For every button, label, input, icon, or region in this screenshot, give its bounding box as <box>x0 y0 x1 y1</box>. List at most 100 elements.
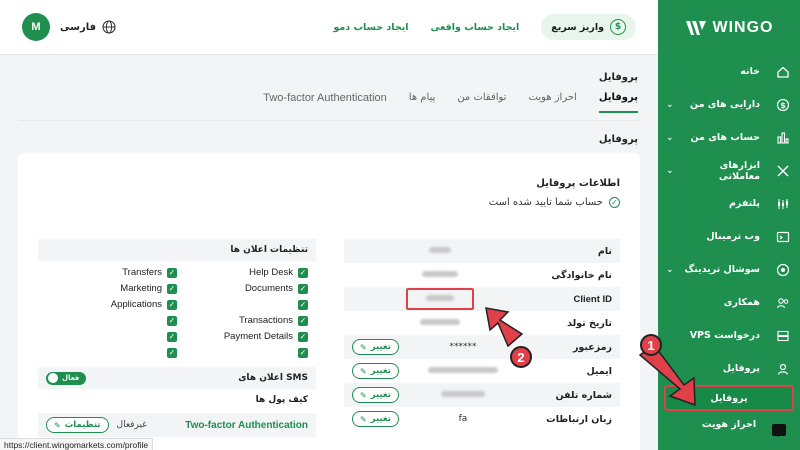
info-value <box>352 318 527 328</box>
info-value <box>399 390 527 400</box>
sidebar-item-1[interactable]: $ دارایی های من ⌄ <box>658 88 800 121</box>
client-id-highlight <box>405 288 474 310</box>
sidebar-item-label: ابزارهای معاملاتی <box>718 159 760 182</box>
twofa-settings-button[interactable]: تنظیمات ✎ <box>46 417 109 433</box>
info-value <box>399 366 527 376</box>
notification-checkbox[interactable]: ✓ Marketing <box>46 282 177 295</box>
info-row-6: شماره تلفن تغییر ✎ <box>344 383 620 407</box>
tabs-divider <box>18 120 640 121</box>
avatar[interactable]: M <box>22 13 50 41</box>
sidebar-item-7[interactable]: همکاری <box>658 286 800 319</box>
profile-info-table: نام نام خانوادگی Client ID تاریخ تولد رمزعبو… <box>344 239 620 431</box>
notification-checkbox[interactable]: ✓ Documents <box>177 282 308 295</box>
sidebar-item-8[interactable]: درخواست VPS <box>658 319 800 352</box>
info-key: تاریخ تولد <box>567 317 612 329</box>
demo-account-link[interactable]: ایجاد حساب دمو <box>333 22 408 33</box>
section-title: پروفایل <box>598 134 638 145</box>
sidebar-item-4[interactable]: پلتفرم <box>658 187 800 220</box>
globe-icon <box>102 20 116 34</box>
language-label: فارسی <box>60 21 97 33</box>
checkbox-checked-icon: ✓ <box>298 299 308 310</box>
notification-label: Applications <box>110 299 162 310</box>
notification-checkbox[interactable]: ✓ <box>46 346 177 359</box>
brand-name: WINGO <box>712 18 774 36</box>
pencil-icon: ✎ <box>360 366 367 376</box>
checkbox-checked-icon: ✓ <box>167 331 177 342</box>
notification-settings: تنظیمات اعلان ها ✓ Help Desk ✓ Transfers ✓ Do… <box>38 239 316 437</box>
twofa-settings-label: تنظیمات <box>64 420 101 430</box>
info-value <box>352 288 527 310</box>
tab-0[interactable]: پروفایل <box>598 92 638 113</box>
language-switcher[interactable]: فارسی <box>60 20 116 34</box>
sidebar-item-5[interactable]: وب ترمینال <box>658 220 800 253</box>
sidebar-item-9[interactable]: پروفایل ⌄ <box>658 352 800 385</box>
sidebar-item-label: دارایی های من <box>690 99 760 110</box>
user-icon <box>776 362 790 376</box>
tab-2[interactable]: توافقات من <box>457 92 506 113</box>
quick-deposit-button[interactable]: $ واریز سریع <box>541 14 636 40</box>
info-key: رمزعبور <box>572 341 612 353</box>
verified-check-icon: ✓ <box>609 197 620 208</box>
sidebar-item-3[interactable]: ابزارهای معاملاتی ⌄ <box>658 154 800 187</box>
notification-checkbox[interactable]: ✓ Applications <box>46 298 177 311</box>
notification-checkbox[interactable]: ✓ <box>177 298 308 311</box>
change-button-label: تغییر <box>370 390 391 400</box>
notification-checkbox-grid: ✓ Help Desk ✓ Transfers ✓ Documents ✓ Marketing… <box>38 261 316 364</box>
tab-3[interactable]: پیام ها <box>409 92 436 113</box>
info-row-1: نام خانوادگی <box>344 263 620 287</box>
profile-tabs: پروفایل احراز هویت توافقات من پیام ها Two-fa… <box>263 92 638 113</box>
redacted-value <box>425 295 454 301</box>
change-button[interactable]: تغییر ✎ <box>352 363 399 379</box>
tab-4[interactable]: Two-factor Authentication <box>263 92 387 113</box>
terminal-icon <box>776 230 790 244</box>
notification-label: Payment Details <box>223 331 293 342</box>
checkbox-checked-icon: ✓ <box>167 299 177 310</box>
card-title: اطلاعات پروفایل <box>536 178 620 189</box>
info-row-0: نام <box>344 239 620 263</box>
notification-checkbox[interactable]: ✓ Payment Details <box>177 330 308 343</box>
notification-checkbox[interactable]: ✓ Transactions <box>177 314 308 327</box>
sidebar-subitem-kyc-label: احراز هویت <box>701 418 757 430</box>
annotation-badge-2: 2 <box>510 346 532 368</box>
sidebar-item-label: همکاری <box>723 297 760 308</box>
change-button[interactable]: تغییر ✎ <box>352 339 399 355</box>
sidebar-item-label: پروفایل <box>722 363 760 374</box>
change-button-label: تغییر <box>370 414 391 424</box>
sidebar: WINGO خانه $ دارایی های من ⌄ حساب های من ⌄ ابز… <box>658 0 800 450</box>
info-row-4: رمزعبور ****** تغییر ✎ <box>344 335 620 359</box>
sidebar-item-6[interactable]: سوشال تریدینگ ⌄ <box>658 253 800 286</box>
sidebar-subitem-profile[interactable]: پروفایل <box>664 385 794 411</box>
info-value: fa <box>458 414 468 424</box>
pencil-icon: ✎ <box>360 390 367 400</box>
users-icon <box>776 296 790 310</box>
chat-icon[interactable] <box>772 424 786 437</box>
notification-checkbox[interactable]: ✓ Help Desk <box>177 266 308 279</box>
checkbox-checked-icon: ✓ <box>298 331 308 342</box>
sms-toggle-label: فعال <box>62 374 80 382</box>
change-button[interactable]: تغییر ✎ <box>352 387 399 403</box>
brand-logo[interactable]: WINGO <box>658 0 800 55</box>
notification-checkbox[interactable]: ✓ <box>46 330 177 343</box>
checkbox-checked-icon: ✓ <box>298 283 308 294</box>
redacted-value <box>427 367 498 373</box>
svg-text:$: $ <box>780 101 786 110</box>
notification-label: Transfers <box>122 267 162 278</box>
sidebar-item-2[interactable]: حساب های من ⌄ <box>658 121 800 154</box>
chevron-down-icon: ⌄ <box>666 132 674 143</box>
annotation-badge-1-number: 1 <box>647 337 655 353</box>
change-button[interactable]: تغییر ✎ <box>352 411 399 427</box>
sidebar-item-label: وب ترمینال <box>706 231 760 242</box>
notification-checkbox[interactable]: ✓ <box>177 346 308 359</box>
real-account-link[interactable]: ایجاد حساب واقعی <box>431 22 520 33</box>
tab-1[interactable]: احراز هویت <box>529 92 577 113</box>
checkbox-checked-icon: ✓ <box>167 347 177 358</box>
sms-toggle[interactable]: فعال <box>46 371 86 385</box>
sidebar-item-label: درخواست VPS <box>689 330 760 341</box>
checkbox-checked-icon: ✓ <box>167 315 177 326</box>
sidebar-item-0[interactable]: خانه <box>658 55 800 88</box>
browser-status-url: https://client.wingomarkets.com/profile <box>0 438 154 450</box>
notification-checkbox[interactable]: ✓ Transfers <box>46 266 177 279</box>
pencil-icon: ✎ <box>360 414 367 424</box>
verified-status: ✓ حساب شما تایید شده است <box>489 197 620 208</box>
notification-checkbox[interactable]: ✓ <box>46 314 177 327</box>
